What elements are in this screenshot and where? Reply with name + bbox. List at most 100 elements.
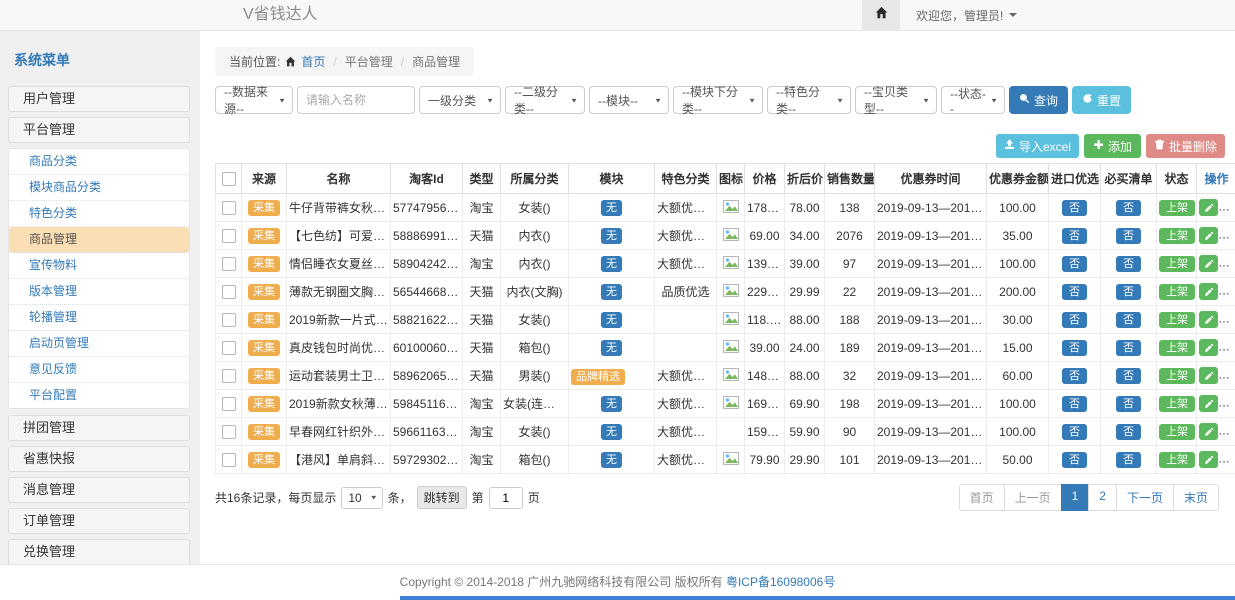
pagination-page-2-button[interactable]: 2 [1088,484,1117,511]
search-button[interactable]: 查询 [1009,86,1068,114]
status-toggle-button[interactable]: 上架 [1159,256,1195,272]
sidebar-item-goods-management[interactable]: 商品管理 [9,227,189,253]
must-buy-toggle-button[interactable]: 否 [1116,424,1141,440]
filter-item-type-select[interactable]: --宝贝类型--▼ [855,86,937,114]
icp-link[interactable]: 粤ICP备16098006号 [726,575,835,589]
sidebar-item-feature-category[interactable]: 特色分类 [9,201,189,227]
reset-button[interactable]: 重置 [1072,86,1131,114]
row-checkbox[interactable] [222,257,236,271]
cell-must-buy: 否 [1101,306,1157,334]
must-buy-toggle-button[interactable]: 否 [1116,312,1141,328]
imported-toggle-button[interactable]: 否 [1062,368,1087,384]
sidebar-item-express[interactable]: 省惠快报 [8,446,190,472]
edit-button[interactable] [1199,451,1218,468]
row-checkbox[interactable] [222,369,236,383]
sidebar-item-version-management[interactable]: 版本管理 [9,279,189,305]
sidebar-item-user[interactable]: 用户管理 [8,86,190,112]
sidebar-item-goods-category[interactable]: 商品分类 [9,149,189,175]
status-toggle-button[interactable]: 上架 [1159,396,1195,412]
row-checkbox[interactable] [222,453,236,467]
imported-toggle-button[interactable]: 否 [1062,228,1087,244]
sidebar-item-module-goods-category[interactable]: 模块商品分类 [9,175,189,201]
sidebar-item-splash-management[interactable]: 启动页管理 [9,331,189,357]
sidebar-item-message[interactable]: 消息管理 [8,477,190,503]
row-checkbox[interactable] [222,341,236,355]
must-buy-toggle-button[interactable]: 否 [1116,200,1141,216]
must-buy-toggle-button[interactable]: 否 [1116,452,1141,468]
imported-toggle-button[interactable]: 否 [1062,256,1087,272]
status-toggle-button[interactable]: 上架 [1159,368,1195,384]
pagination-next-button[interactable]: 下一页 [1116,484,1174,511]
imported-toggle-button[interactable]: 否 [1062,284,1087,300]
cell-status: 上架 [1157,278,1197,306]
jump-to-button[interactable]: 跳转到 [417,486,467,509]
imported-toggle-button[interactable]: 否 [1062,396,1087,412]
status-toggle-button[interactable]: 上架 [1159,284,1195,300]
row-checkbox[interactable] [222,201,236,215]
row-checkbox[interactable] [222,229,236,243]
sidebar-item-platform[interactable]: 平台管理 [8,117,190,143]
status-toggle-button[interactable]: 上架 [1159,312,1195,328]
row-checkbox[interactable] [222,313,236,327]
sidebar-item-carousel-management[interactable]: 轮播管理 [9,305,189,331]
image-thumbnail [723,230,739,244]
edit-button[interactable] [1199,339,1218,356]
edit-button[interactable] [1199,255,1218,272]
edit-button[interactable] [1199,227,1218,244]
user-menu[interactable]: 欢迎您，管理员! [916,7,1017,24]
home-button[interactable] [862,0,900,30]
import-excel-button[interactable]: 导入excel [996,134,1079,158]
edit-button[interactable] [1199,311,1218,328]
filter-module-value: --模块-- [598,92,638,109]
status-toggle-button[interactable]: 上架 [1159,200,1195,216]
filter-category-level1-select[interactable]: 一级分类▼ [419,86,501,114]
imported-toggle-button[interactable]: 否 [1062,424,1087,440]
sidebar-item-platform-config[interactable]: 平台配置 [9,383,189,408]
edit-button[interactable] [1199,423,1218,440]
imported-toggle-button[interactable]: 否 [1062,452,1087,468]
filter-module-sub-category-select[interactable]: --模块下分类--▼ [673,86,763,114]
status-toggle-button[interactable]: 上架 [1159,424,1195,440]
batch-delete-button[interactable]: 批量删除 [1146,134,1225,158]
breadcrumb-home-link[interactable]: 首页 [301,53,325,70]
filter-feature-category-select[interactable]: --特色分类--▼ [767,86,851,114]
filter-module-select[interactable]: --模块--▼ [589,86,669,114]
must-buy-toggle-button[interactable]: 否 [1116,396,1141,412]
filter-data-source-select[interactable]: --数据来源--▼ [215,86,293,114]
per-page-select[interactable]: 10 ▼ [341,487,382,509]
add-button[interactable]: 添加 [1084,134,1141,158]
must-buy-toggle-button[interactable]: 否 [1116,228,1141,244]
edit-button[interactable] [1199,283,1218,300]
sidebar-item-feedback[interactable]: 意见反馈 [9,357,189,383]
must-buy-toggle-button[interactable]: 否 [1116,368,1141,384]
sidebar-item-promo-material[interactable]: 宣传物料 [9,253,189,279]
filter-status-select[interactable]: --状态--▼ [941,86,1005,114]
row-checkbox[interactable] [222,397,236,411]
imported-toggle-button[interactable]: 否 [1062,312,1087,328]
pagination-page-1-button[interactable]: 1 [1061,484,1090,511]
edit-button[interactable] [1199,395,1218,412]
sidebar-item-order[interactable]: 订单管理 [8,508,190,534]
must-buy-toggle-button[interactable]: 否 [1116,340,1141,356]
pagination-prev-button[interactable]: 上一页 [1004,484,1062,511]
must-buy-toggle-button[interactable]: 否 [1116,284,1141,300]
edit-button[interactable] [1199,367,1218,384]
sidebar-item-exchange[interactable]: 兑换管理 [8,539,190,565]
status-toggle-button[interactable]: 上架 [1159,340,1195,356]
pagination-last-button[interactable]: 末页 [1173,484,1219,511]
goods-name-input[interactable] [297,86,415,114]
row-checkbox[interactable] [222,285,236,299]
imported-toggle-button[interactable]: 否 [1062,200,1087,216]
select-all-checkbox[interactable] [222,172,236,186]
row-checkbox[interactable] [222,425,236,439]
jump-page-input[interactable] [489,487,523,509]
source-badge: 采集 [248,200,280,216]
edit-button[interactable] [1199,199,1218,216]
sidebar-item-groupbuy[interactable]: 拼团管理 [8,415,190,441]
filter-category-level2-select[interactable]: --二级分类--▼ [505,86,585,114]
status-toggle-button[interactable]: 上架 [1159,228,1195,244]
status-toggle-button[interactable]: 上架 [1159,452,1195,468]
must-buy-toggle-button[interactable]: 否 [1116,256,1141,272]
imported-toggle-button[interactable]: 否 [1062,340,1087,356]
pagination-first-button[interactable]: 首页 [959,484,1005,511]
